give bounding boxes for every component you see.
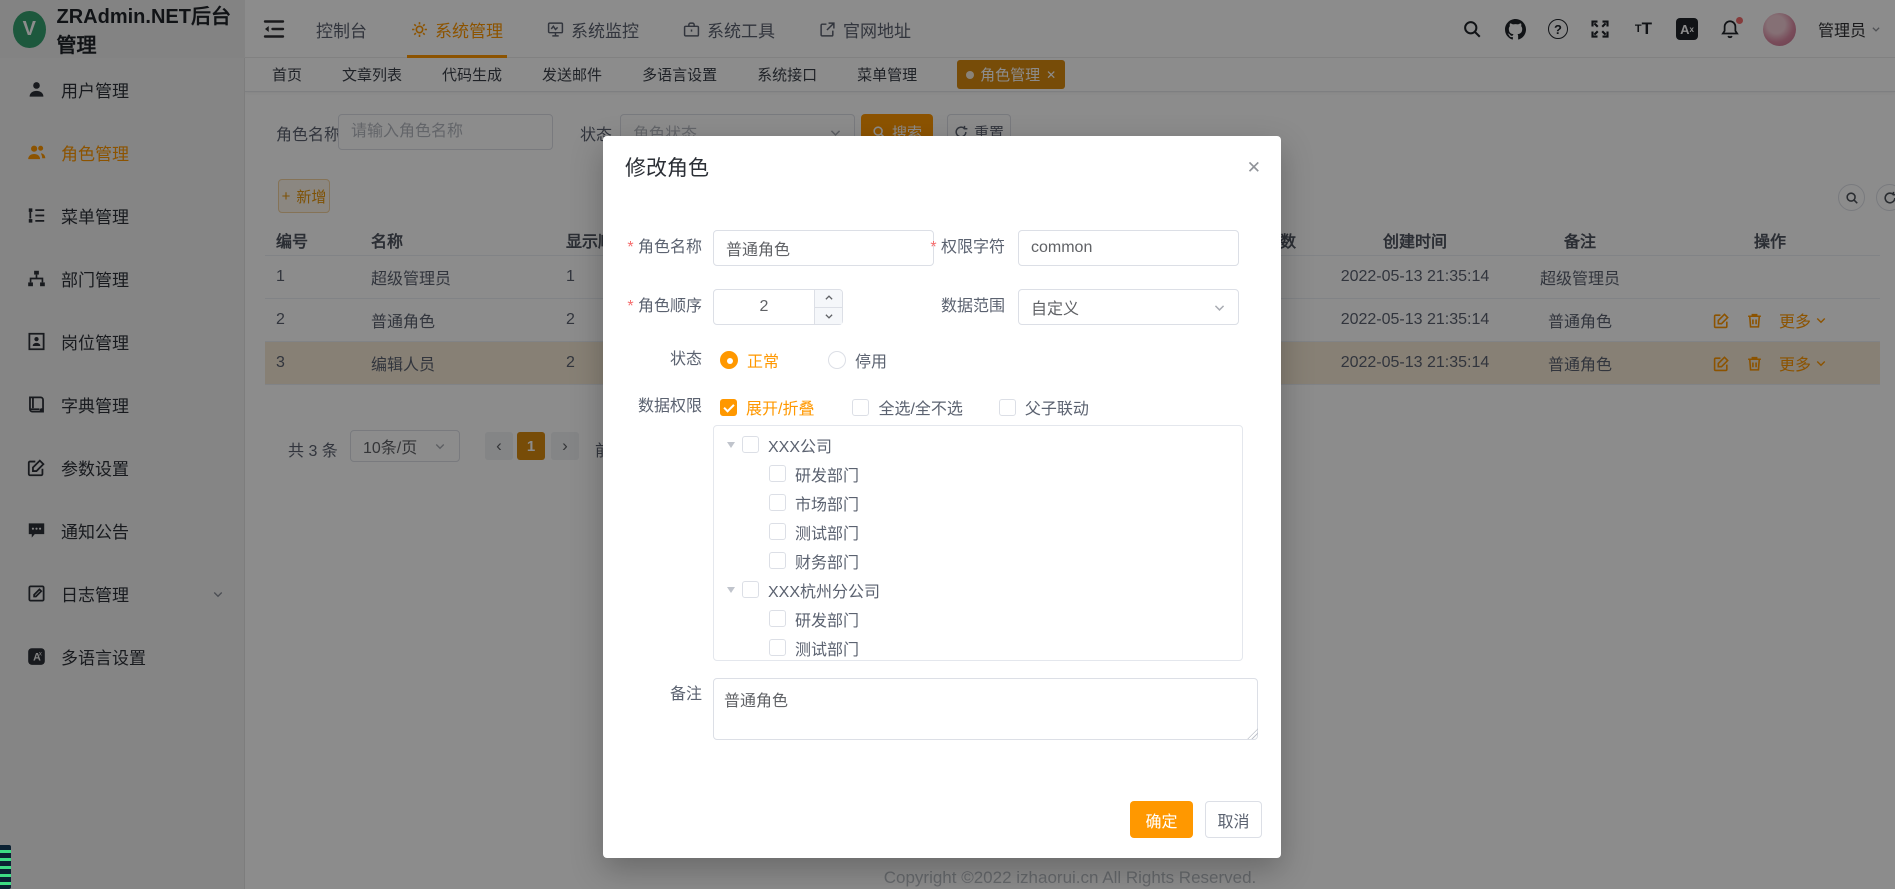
stepper-up-button[interactable] bbox=[815, 290, 842, 308]
status-radio-group: 正常 停用 bbox=[720, 342, 887, 378]
tree-checkbox[interactable] bbox=[769, 639, 786, 656]
tree-checkbox[interactable] bbox=[769, 610, 786, 627]
tree-checkbox[interactable] bbox=[769, 523, 786, 540]
caret-down-icon[interactable] bbox=[727, 442, 735, 448]
caret-down-icon[interactable] bbox=[727, 587, 735, 593]
corner-widget bbox=[0, 845, 11, 889]
tree-node-dept[interactable]: 研发部门 bbox=[714, 459, 1242, 488]
tree-node-label: XXX公司 bbox=[768, 433, 832, 457]
role-name-label: 角色名称 bbox=[603, 230, 702, 266]
close-icon[interactable]: ✕ bbox=[1247, 158, 1261, 178]
tree-node-label: XXX杭州分公司 bbox=[768, 578, 880, 602]
confirm-button[interactable]: 确定 bbox=[1130, 801, 1193, 838]
checkbox-select-all[interactable] bbox=[852, 399, 869, 416]
checkbox-parent-child-link[interactable] bbox=[999, 399, 1016, 416]
data-scope-label: 数据范围 bbox=[893, 289, 1005, 325]
checkbox-select-all-label[interactable]: 全选/全不选 bbox=[878, 395, 962, 419]
tree-checkbox[interactable] bbox=[769, 552, 786, 569]
radio-disabled[interactable] bbox=[828, 351, 846, 369]
tree-node-label: 财务部门 bbox=[795, 549, 859, 573]
tree-node-label: 市场部门 bbox=[795, 491, 859, 515]
app-screen: V ZRAdmin.NET后台管理 控制台 系统管理 系统监控 系统工具 bbox=[0, 0, 1895, 889]
edit-role-dialog: 修改角色 ✕ 角色名称 权限字符 角色顺序 2 数据范围 自定义 状态 正常 停… bbox=[603, 136, 1281, 858]
checkbox-parent-child-link-label[interactable]: 父子联动 bbox=[1025, 395, 1089, 419]
dialog-title: 修改角色 bbox=[625, 152, 709, 182]
tree-checkbox[interactable] bbox=[742, 436, 759, 453]
data-perm-options: 展开/折叠 全选/全不选 父子联动 bbox=[720, 389, 1089, 425]
tree-node-dept[interactable]: 研发部门 bbox=[714, 604, 1242, 633]
stepper-down-button[interactable] bbox=[815, 308, 842, 325]
tree-node-dept[interactable]: 测试部门 bbox=[714, 633, 1242, 661]
tree-checkbox[interactable] bbox=[742, 581, 759, 598]
department-tree: XXX公司 研发部门 市场部门 测试部门 财务部门 XXX杭州分公司 bbox=[713, 425, 1243, 661]
checkbox-expand-collapse-label[interactable]: 展开/折叠 bbox=[746, 395, 814, 419]
perm-char-field[interactable] bbox=[1018, 230, 1239, 266]
checkbox-expand-collapse[interactable] bbox=[720, 399, 737, 416]
radio-disabled-label[interactable]: 停用 bbox=[855, 348, 887, 372]
tree-node-label: 测试部门 bbox=[795, 520, 859, 544]
data-scope-value: 自定义 bbox=[1031, 295, 1079, 319]
tree-node-dept[interactable]: 财务部门 bbox=[714, 546, 1242, 575]
role-order-stepper[interactable]: 2 bbox=[713, 289, 843, 325]
radio-normal[interactable] bbox=[720, 351, 738, 369]
remark-textarea[interactable]: 普通角色 bbox=[713, 678, 1258, 740]
role-order-label: 角色顺序 bbox=[603, 289, 702, 325]
tree-node-label: 测试部门 bbox=[795, 636, 859, 660]
tree-checkbox[interactable] bbox=[769, 494, 786, 511]
tree-node-dept[interactable]: 测试部门 bbox=[714, 517, 1242, 546]
tree-node-label: 研发部门 bbox=[795, 607, 859, 631]
tree-node-dept[interactable]: 市场部门 bbox=[714, 488, 1242, 517]
data-perm-label: 数据权限 bbox=[603, 389, 702, 425]
radio-normal-label[interactable]: 正常 bbox=[747, 348, 779, 372]
data-scope-select[interactable]: 自定义 bbox=[1018, 289, 1239, 325]
tree-checkbox[interactable] bbox=[769, 465, 786, 482]
remark-label: 备注 bbox=[603, 684, 702, 706]
cancel-button[interactable]: 取消 bbox=[1205, 801, 1262, 838]
tree-node-company-2[interactable]: XXX杭州分公司 bbox=[714, 575, 1242, 604]
perm-char-label: 权限字符 bbox=[893, 230, 1005, 266]
resize-handle[interactable] bbox=[1247, 728, 1258, 739]
tree-node-label: 研发部门 bbox=[795, 462, 859, 486]
tree-node-company-1[interactable]: XXX公司 bbox=[714, 430, 1242, 459]
status-label: 状态 bbox=[603, 342, 702, 378]
chevron-down-icon bbox=[1213, 301, 1226, 314]
role-order-value: 2 bbox=[714, 290, 814, 324]
